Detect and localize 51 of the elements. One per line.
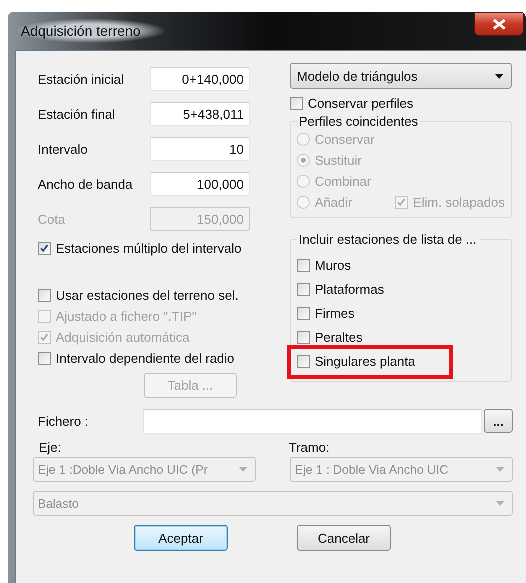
dropdown-arrow-icon [495,74,504,78]
dropdown[interactable]: Modelo de triángulos [290,63,512,89]
input-field[interactable]: 5+438,011 [150,102,250,126]
field-label: Eje: [39,440,62,457]
radio-label: Añadir [315,195,353,210]
checkbox-label: Singulares planta [315,354,416,368]
checkbox[interactable] [297,258,310,272]
checkbox[interactable] [297,354,310,368]
input-field[interactable]: 100,000 [150,172,250,196]
checkbox-label: Muros [315,258,352,272]
input-field[interactable]: 0+140,000 [150,67,250,91]
field-label: Estación final [38,106,116,122]
field-label: Estación inicial [38,72,124,86]
group-title: Incluir estaciones de lista de ... [298,232,478,247]
field-label: Tramo: [289,440,331,457]
field-label: Ancho de banda [38,176,133,192]
checkbox[interactable] [38,289,51,302]
checkbox-label: Firmes [315,306,355,320]
checkbox-label: Elim. solapados [413,195,505,210]
checkbox-label: Estaciones múltiplo del intervalo [56,241,242,256]
checkbox-label: Intervalo dependiente del radio [56,351,235,366]
checkbox-label: Conservar perfiles [308,96,414,111]
close-icon [492,18,506,30]
checkbox[interactable] [290,97,303,110]
checkbox-label: Ajustado a fichero ".TIP" [56,309,197,324]
checkbox[interactable] [297,306,310,320]
window-title: Adquisición terreno [17,19,165,43]
input-field[interactable]: 10 [150,137,250,161]
checkbox-label: Usar estaciones del terreno sel. [56,288,239,303]
browse-button[interactable]: ... [484,409,513,433]
checkbox[interactable] [297,330,310,344]
dialog-button[interactable]: Cancelar [297,525,391,551]
radio-label: Sustituir [315,153,362,168]
checkbox-label: Plataformas [315,282,384,296]
input-field[interactable] [143,408,482,434]
dropdown-arrow-icon [496,501,505,506]
checkbox-label: Adquisición automática [56,330,190,345]
close-button[interactable] [474,12,524,36]
dialog-button[interactable]: Aceptar [134,525,228,551]
radio-label: Combinar [315,174,372,189]
checkbox[interactable] [38,352,51,365]
radio-label: Conservar [315,132,375,147]
checkbox-label: Peraltes [315,330,363,344]
field-label: Intervalo [38,142,88,156]
checkbox[interactable] [297,282,310,296]
dropdown-arrow-icon [496,467,505,472]
group-title: Perfiles coincidentes [298,114,420,129]
checkbox[interactable] [38,242,51,255]
field-label: Cota [38,212,66,226]
dropdown-arrow-icon [239,467,248,472]
field-label: Fichero : [38,414,90,428]
